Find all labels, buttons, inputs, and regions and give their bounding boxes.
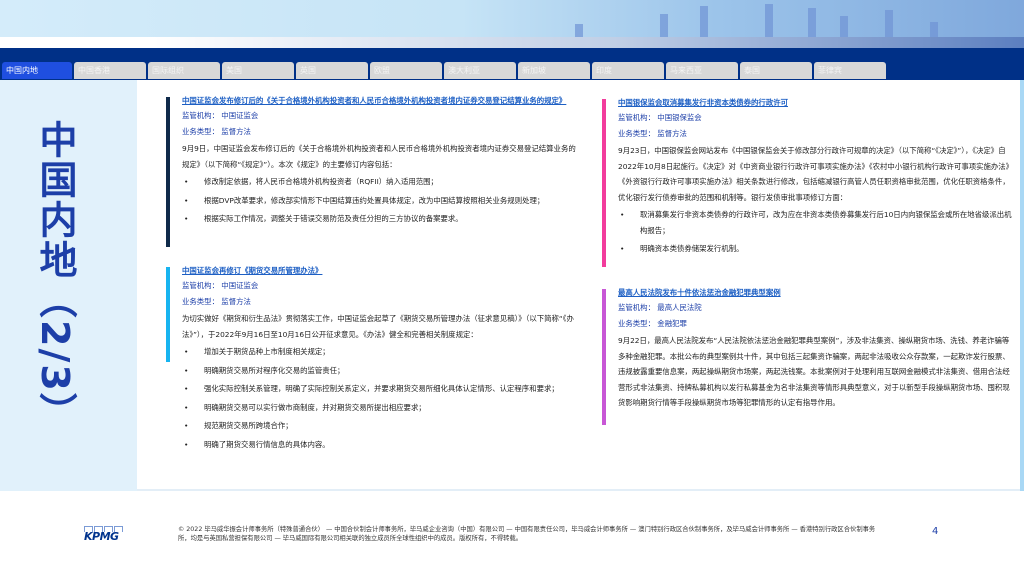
bullet-item: 修改制定依据，将人民币合格境外机构投资者（RQFII）纳入适用范围； [182,174,576,190]
regulator: 监管机构： 中国证监会 [182,111,259,120]
tab-1[interactable]: 中国香港 [74,62,146,79]
page-title: 中国内地（2/3） [33,120,77,433]
tab-4[interactable]: 英国 [296,62,368,79]
bullet-list: 增加关于期货品种上市制度相关规定； 明确期货交易所对程序化交易的监管责任； 强化实际… [182,344,576,452]
tab-7[interactable]: 新加坡 [518,62,590,79]
kpmg-logo: KPMG [84,526,126,544]
news-item-qfii: 中国证监会发布修订后的《关于合格境外机构投资者和人民币合格境外机构投资者境内证券… [166,95,576,247]
bullet-item: 明确期货交易所对程序化交易的监管责任； [182,363,576,379]
right-strip [1020,80,1024,491]
tab-0[interactable]: 中国内地 [2,62,72,79]
tab-9[interactable]: 马来西亚 [666,62,738,79]
bullet-item: 根据DVP改革要求，修改部实情形下中国结算违约处置具体规定，改为中国结算按照相关… [182,193,576,209]
regulator: 监管机构： 中国银保监会 [618,113,702,122]
bullet-list: 修改制定依据，将人民币合格境外机构投资者（RQFII）纳入适用范围； 根据DVP改… [182,174,576,227]
section-accent-bar [166,267,170,362]
tab-2[interactable]: 国际组织 [148,62,220,79]
bullet-item: 规范期货交易所跨境合作； [182,418,576,434]
news-item-court: 最高人民法院发布十件依法惩治金融犯罪典型案例 监管机构： 最高人民法院 业务类型… [602,287,1012,425]
news-body: 9月9日，中国证监会发布修订后的《关于合格境外机构投资者和人民币合格境外机构投资… [182,144,576,169]
business-type: 业务类型： 监督方法 [182,126,251,136]
news-item-futures: 中国证监会再修订《期货交易所管理办法》 监管机构： 中国证监会 业务类型： 监督… [166,265,576,455]
section-accent-bar [166,97,170,247]
bullet-item: 取消募集发行非资本类债券的行政许可，改为应在非资本类债券募集发行后10日内向银保… [618,207,1012,238]
news-title-link[interactable]: 中国证监会发布修订后的《关于合格境外机构投资者和人民币合格境外机构投资者境内证券… [182,95,576,106]
news-body: 9月22日，最高人民法院发布“人民法院依法惩治金融犯罪典型案例”，涉及非法集资、… [618,336,1010,407]
news-title-link[interactable]: 最高人民法院发布十件依法惩治金融犯罪典型案例 [618,287,1012,298]
business-type: 业务类型： 金融犯罪 [618,318,687,328]
regulator: 监管机构： 最高人民法院 [618,303,702,312]
bullet-item: 根据实际工作情况，调整关于错误交易防范及责任分担的三方协议的备案要求。 [182,211,576,227]
copyright-footer: © 2022 毕马威华振会计师事务所（特殊普通合伙） — 中国合伙制会计师事务所… [178,526,876,542]
tab-6[interactable]: 澳大利亚 [444,62,516,79]
tab-3[interactable]: 美国 [222,62,294,79]
section-accent-bar [602,99,606,267]
bullet-item: 明确资本类债券储架发行机制。 [618,241,1012,257]
bullet-item: 强化实际控制关系管理，明确了实际控制关系定义，并要求期货交易所细化具体认定情形、… [182,381,576,397]
bullet-list: 取消募集发行非资本类债券的行政许可，改为应在非资本类债券募集发行后10日内向银保… [618,207,1012,257]
bullet-item: 明确了期货交易行情信息的具体内容。 [182,437,576,453]
news-title-link[interactable]: 中国证监会再修订《期货交易所管理办法》 [182,265,576,276]
bullet-item: 增加关于期货品种上市制度相关规定； [182,344,576,360]
news-body: 为切实做好《期货和衍生品法》贯彻落实工作，中国证监会起草了《期货交易所管理办法（… [182,314,574,339]
page-number: 4 [932,526,939,537]
tab-10[interactable]: 泰国 [740,62,812,79]
tab-8[interactable]: 印度 [592,62,664,79]
news-item-cbirc: 中国银保监会取消募集发行非资本类债券的行政许可 监管机构： 中国银保监会 业务类… [602,97,1012,267]
business-type: 业务类型： 监督方法 [618,128,687,138]
news-body: 9月23日，中国银保监会网站发布《中国银保监会关于修改部分行政许可规章的决定》（… [618,146,1010,202]
section-accent-bar [602,289,606,425]
bullet-item: 明确期货交易可以实行做市商制度，并对期货交易所提出相应要求； [182,400,576,416]
country-tabs: 中国内地 中国香港 国际组织 美国 英国 欧盟 澳大利亚 新加坡 印度 马来西亚 泰国 菲律宾 [2,62,886,79]
tab-5[interactable]: 欧盟 [370,62,442,79]
business-type: 业务类型： 监督方法 [182,296,251,306]
regulator: 监管机构： 中国证监会 [182,281,259,290]
tab-11[interactable]: 菲律宾 [814,62,886,79]
news-title-link[interactable]: 中国银保监会取消募集发行非资本类债券的行政许可 [618,97,1012,108]
